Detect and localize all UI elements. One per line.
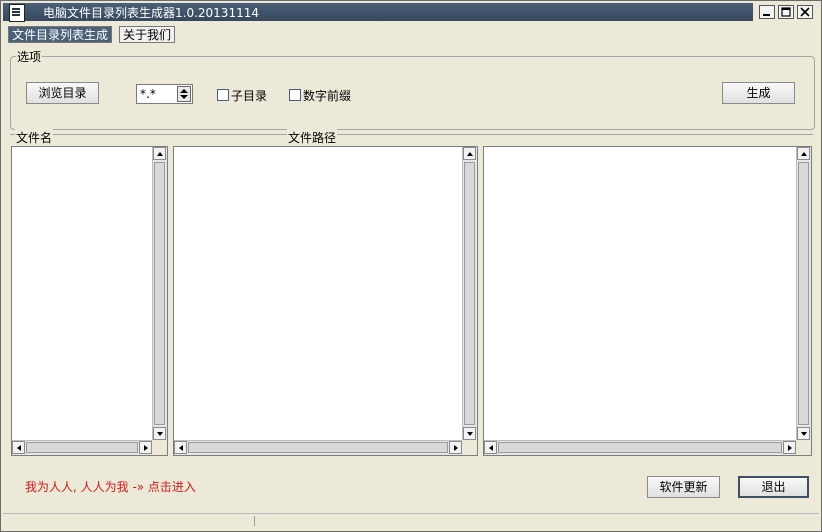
maximize-icon xyxy=(781,7,791,17)
scroll-up-button[interactable] xyxy=(797,147,810,160)
title-bar[interactable]: 电脑文件目录列表生成器1.0.20131114 xyxy=(3,3,753,22)
arrow-right-icon xyxy=(788,445,792,451)
status-separator xyxy=(254,516,255,526)
file-pattern-spinner[interactable]: *.* xyxy=(136,84,193,104)
scroll-left-button[interactable] xyxy=(484,441,497,454)
scroll-thumb[interactable] xyxy=(498,442,782,453)
close-icon xyxy=(800,7,810,17)
scroll-right-button[interactable] xyxy=(783,441,796,454)
close-button[interactable] xyxy=(797,5,813,19)
scroll-up-button[interactable] xyxy=(463,147,476,160)
spinner-arrows[interactable] xyxy=(177,86,191,102)
arrow-down-icon xyxy=(157,432,163,436)
scroll-thumb[interactable] xyxy=(798,162,809,425)
filepath-list[interactable] xyxy=(173,146,478,456)
subdirectory-checkbox[interactable] xyxy=(217,89,229,101)
file-pattern-value: *.* xyxy=(140,87,156,101)
spinner-up-down-icon xyxy=(180,89,188,99)
window-title: 电脑文件目录列表生成器1.0.20131114 xyxy=(43,6,259,20)
arrow-left-icon xyxy=(17,445,21,451)
scroll-down-button[interactable] xyxy=(153,427,166,440)
scroll-right-button[interactable] xyxy=(449,441,462,454)
subdirectory-label: 子目录 xyxy=(231,89,268,103)
scroll-corner xyxy=(462,440,477,455)
options-group xyxy=(10,56,815,130)
scroll-down-button[interactable] xyxy=(797,427,810,440)
scroll-thumb[interactable] xyxy=(188,442,448,453)
scroll-corner xyxy=(796,440,811,455)
list-area-border xyxy=(10,134,813,136)
app-document-icon xyxy=(9,4,25,22)
output-list[interactable] xyxy=(483,146,812,456)
promo-link[interactable]: 我为人人, 人人为我 -» 点击进入 xyxy=(25,478,196,495)
number-prefix-checkbox[interactable] xyxy=(289,89,301,101)
arrow-left-icon xyxy=(489,445,493,451)
filepath-column-header: 文件路径 xyxy=(287,129,338,146)
scroll-up-button[interactable] xyxy=(153,147,166,160)
output-list-hscrollbar[interactable] xyxy=(484,440,796,455)
arrow-left-icon xyxy=(179,445,183,451)
software-update-button[interactable]: 软件更新 xyxy=(647,476,720,498)
scroll-thumb[interactable] xyxy=(26,442,138,453)
scroll-down-button[interactable] xyxy=(463,427,476,440)
filename-column-header: 文件名 xyxy=(15,129,54,146)
arrow-up-icon xyxy=(467,152,473,156)
maximize-button[interactable] xyxy=(778,5,794,19)
scroll-thumb[interactable] xyxy=(464,162,475,425)
generate-button[interactable]: 生成 xyxy=(722,82,795,104)
exit-button[interactable]: 退出 xyxy=(738,476,809,498)
minimize-button[interactable] xyxy=(759,5,775,19)
arrow-up-icon xyxy=(157,152,163,156)
output-list-vscrollbar[interactable] xyxy=(796,147,811,440)
scroll-right-button[interactable] xyxy=(139,441,152,454)
arrow-right-icon xyxy=(454,445,458,451)
scroll-corner xyxy=(152,440,167,455)
tab-about-us[interactable]: 关于我们 xyxy=(119,26,176,43)
options-group-title: 选项 xyxy=(16,48,43,65)
tab-file-list-generator[interactable]: 文件目录列表生成 xyxy=(8,26,113,43)
app-window: 电脑文件目录列表生成器1.0.20131114 文件目录列表生成 关于我们 选项… xyxy=(0,0,822,532)
arrow-down-icon xyxy=(801,432,807,436)
arrow-down-icon xyxy=(467,432,473,436)
filepath-list-vscrollbar[interactable] xyxy=(462,147,477,440)
filename-list[interactable] xyxy=(11,146,168,456)
arrow-right-icon xyxy=(144,445,148,451)
minimize-icon xyxy=(763,14,770,16)
scroll-left-button[interactable] xyxy=(174,441,187,454)
filename-list-hscrollbar[interactable] xyxy=(12,440,152,455)
browse-directory-button[interactable]: 浏览目录 xyxy=(26,82,99,104)
scroll-thumb[interactable] xyxy=(154,162,165,425)
filename-list-vscrollbar[interactable] xyxy=(152,147,167,440)
arrow-up-icon xyxy=(801,152,807,156)
filepath-list-hscrollbar[interactable] xyxy=(174,440,462,455)
status-bar xyxy=(3,513,819,530)
number-prefix-label: 数字前缀 xyxy=(303,89,352,103)
scroll-left-button[interactable] xyxy=(12,441,25,454)
